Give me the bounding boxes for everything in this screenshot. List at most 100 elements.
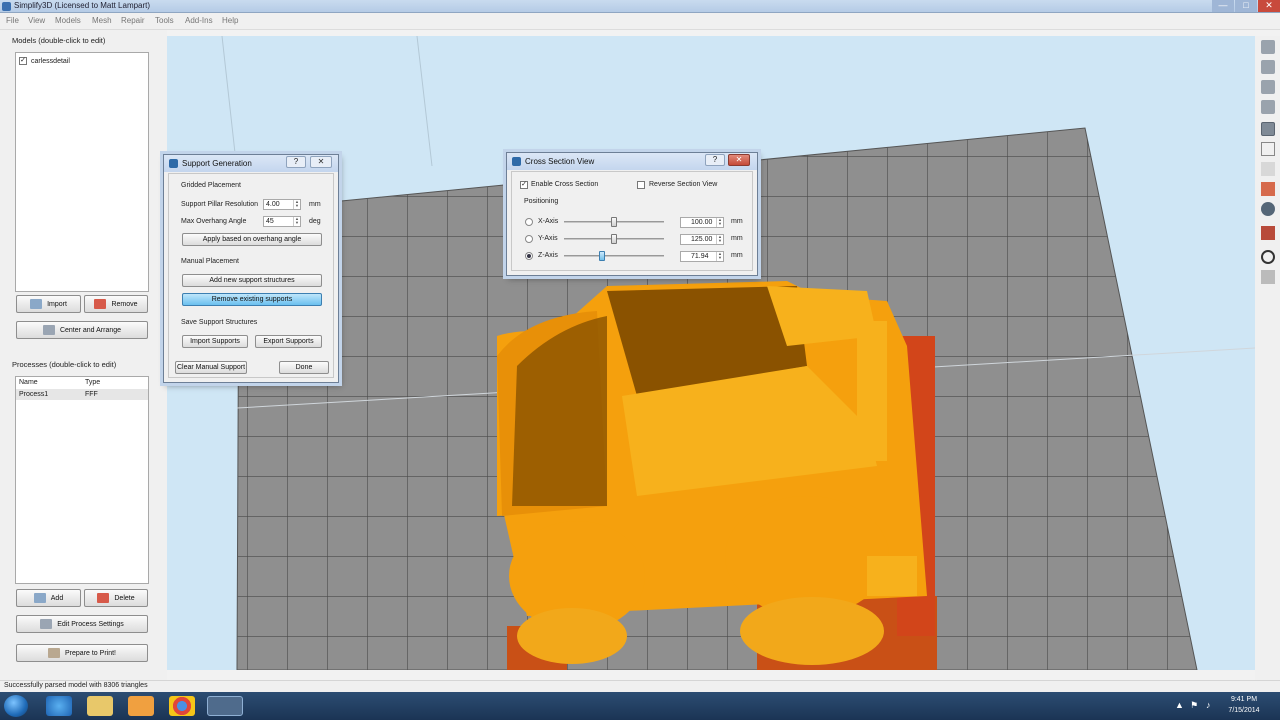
start-button[interactable] [4,695,28,717]
axis-unit: mm [731,235,743,242]
media-player-icon[interactable] [128,696,154,716]
reverse-section-label: Reverse Section View [649,181,718,188]
model-checkbox[interactable]: ✓ [19,57,27,65]
view-back-icon[interactable] [1261,60,1275,74]
dialog-titlebar[interactable]: Cross Section View ? ✕ [507,153,757,170]
stepper-icon[interactable]: ▲ ▼ [716,252,723,261]
menu-repair[interactable]: Repair [121,16,145,25]
axis-value-input[interactable]: 71.94 ▲ ▼ [680,251,724,262]
chrome-icon[interactable] [169,696,195,716]
cross-section-icon[interactable] [1261,202,1275,216]
maximize-button[interactable]: □ [1235,0,1257,12]
dialog-close-button[interactable]: ✕ [310,156,332,168]
menu-models[interactable]: Models [55,16,81,25]
view-front-icon[interactable] [1261,40,1275,54]
gear-icon[interactable] [1261,250,1275,264]
clock-time[interactable]: 9:41 PM [1224,696,1264,703]
axis-slider-track[interactable] [564,255,664,257]
import-icon [30,299,43,309]
prepare-print-button[interactable]: Prepare to Print! [16,644,148,662]
view-right-icon[interactable] [1261,100,1275,114]
dialog-titlebar[interactable]: Support Generation ? ✕ [164,155,338,172]
network-icon[interactable]: ⚑ [1190,700,1198,711]
axis-label: Z-Axis [538,252,558,259]
menu-file[interactable]: File [6,16,19,25]
positioning-label: Positioning [524,198,559,205]
delete-label: Delete [114,594,135,602]
pillar-resolution-input[interactable]: 4.00 ▲ ▼ [263,199,301,210]
dialog-title: Cross Section View [525,157,595,166]
close-button[interactable]: ✕ [1258,0,1280,12]
axis-value: 125.00 [691,236,713,243]
dialog-close-button[interactable]: ✕ [728,154,750,166]
enable-cross-section-checkbox[interactable]: ✓ [520,181,528,189]
axis-radio-xaxis[interactable] [525,218,533,226]
processes-list[interactable]: Name Type Process1 FFF [15,376,149,584]
list-item[interactable]: ✓ carlessdetail [19,57,70,65]
simplify3d-icon[interactable] [207,696,243,716]
apply-overhang-button[interactable]: Apply based on overhang angle [182,233,322,246]
manual-placement-label: Manual Placement [181,258,239,265]
help-button[interactable]: ? [286,156,306,168]
overhang-input[interactable]: 45 ▲ ▼ [263,216,301,227]
view-toolbar [1255,36,1280,680]
window-title: Simplify3D (Licensed to Matt Lampart) [14,1,151,10]
stepper-icon[interactable]: ▲ ▼ [293,217,300,226]
axis-slider-handle[interactable] [611,234,617,244]
dialog-app-icon [169,159,178,168]
delete-process-button[interactable]: Delete [84,589,148,607]
stepper-icon[interactable]: ▲ ▼ [716,235,723,244]
processes-header: Name Type [16,377,148,389]
reverse-section-checkbox[interactable] [637,181,645,189]
stepper-icon[interactable]: ▲ ▼ [293,200,300,209]
stepper-icon[interactable]: ▲ ▼ [716,218,723,227]
build-volume-edge [416,36,433,167]
axis-radio-yaxis[interactable] [525,235,533,243]
support-icon[interactable] [1261,226,1275,240]
folder-icon[interactable] [87,696,113,716]
import-button[interactable]: Import [16,295,81,313]
axis-value-input[interactable]: 125.00 ▲ ▼ [680,234,724,245]
clear-manual-support-button[interactable]: Clear Manual Support [175,361,247,374]
axis-radio-zaxis[interactable] [525,252,533,260]
view-left-icon[interactable] [1261,80,1275,94]
menu-help[interactable]: Help [222,16,238,25]
axis-value-input[interactable]: 100.00 ▲ ▼ [680,217,724,228]
help-button[interactable]: ? [705,154,725,166]
prepare-label: Prepare to Print! [65,649,116,657]
ie-icon[interactable] [46,696,72,716]
clock-date[interactable]: 7/15/2014 [1224,707,1264,714]
edit-process-button[interactable]: Edit Process Settings [16,615,148,633]
remove-icon [94,299,107,309]
menu-mesh[interactable]: Mesh [92,16,112,25]
done-button[interactable]: Done [279,361,329,374]
view-iso-icon[interactable] [1261,122,1275,136]
add-supports-button[interactable]: Add new support structures [182,274,322,287]
table-row[interactable]: Process1 FFF [16,389,148,400]
tray-arrow-icon[interactable]: ▲ [1175,700,1184,710]
menu-view[interactable]: View [28,16,45,25]
minimize-button[interactable]: — [1212,0,1234,12]
model-name: carlessdetail [31,57,70,65]
menu-addins[interactable]: Add-Ins [185,16,213,25]
remove-button[interactable]: Remove [84,295,148,313]
save-supports-label: Save Support Structures [181,319,258,326]
measure-icon[interactable] [1261,270,1275,284]
cube-icon[interactable] [1261,182,1275,196]
axis-slider-handle[interactable] [611,217,617,227]
enable-cross-section-label: Enable Cross Section [531,181,599,188]
axes-icon[interactable] [1261,162,1275,176]
settings-icon [40,619,53,629]
menu-tools[interactable]: Tools [155,16,174,25]
delete-icon [97,593,110,603]
remove-supports-button[interactable]: Remove existing supports [182,293,322,306]
export-supports-button[interactable]: Export Supports [255,335,322,348]
axis-slider-handle[interactable] [599,251,605,261]
import-supports-button[interactable]: Import Supports [182,335,248,348]
add-process-button[interactable]: Add [16,589,81,607]
models-list[interactable]: ✓ carlessdetail [15,52,149,292]
wireframe-icon[interactable] [1261,142,1275,156]
volume-icon[interactable]: ♪ [1206,700,1211,710]
app-icon [2,2,11,11]
center-arrange-button[interactable]: Center and Arrange [16,321,148,339]
